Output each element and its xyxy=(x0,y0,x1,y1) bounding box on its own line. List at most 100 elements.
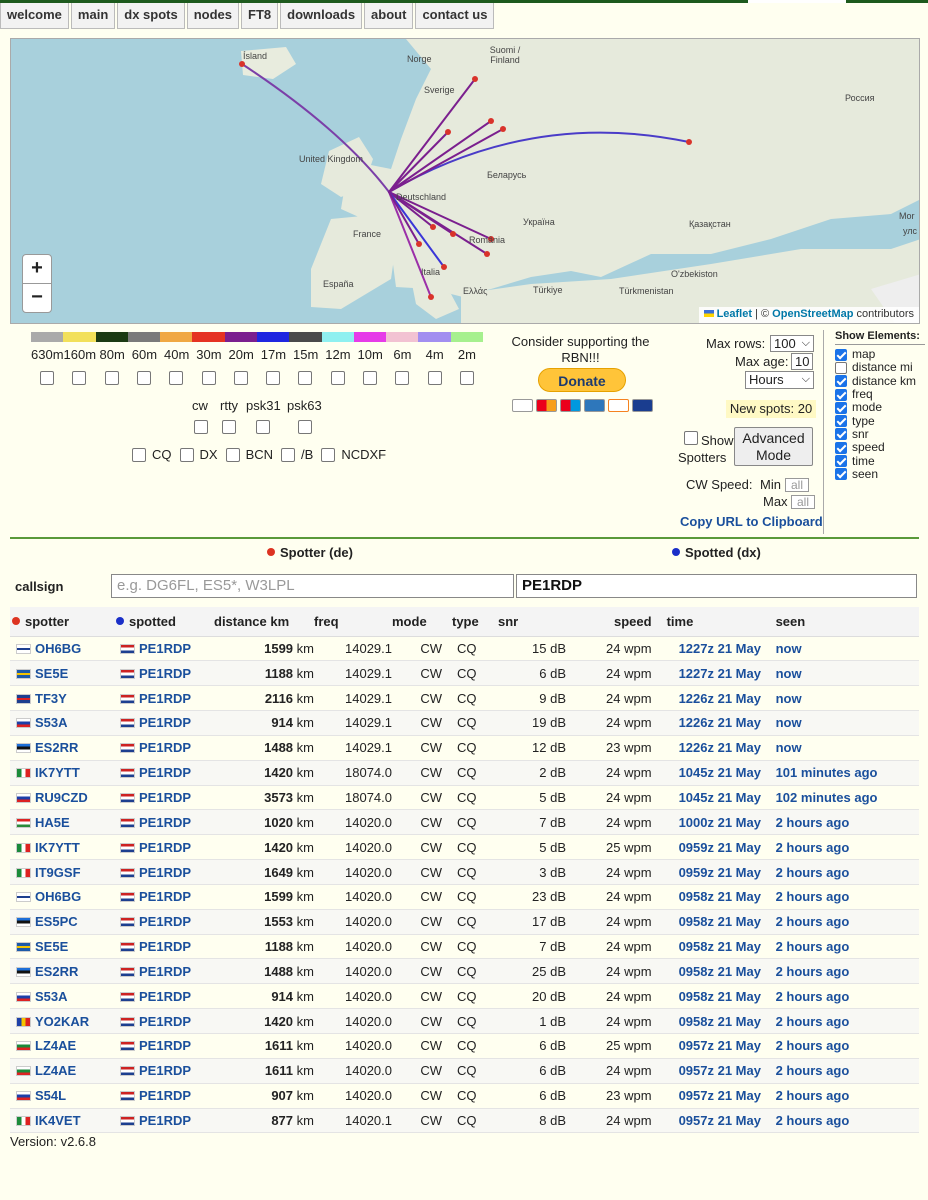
show-element-freq[interactable]: freq xyxy=(835,388,925,401)
col-speed[interactable]: speed xyxy=(566,607,652,637)
table-row[interactable]: IT9GSF PE1RDP 1649 km 14020.0 CW CQ 3 dB 24 wpm… xyxy=(10,859,919,885)
time-cell[interactable]: 0959z 21 May xyxy=(651,859,776,885)
spotted-callsign[interactable]: PE1RDP xyxy=(139,666,191,681)
cw-speed-min-input[interactable]: all xyxy=(785,478,809,492)
table-row[interactable]: S53A PE1RDP 914 km 14029.1 CW CQ 19 dB 24 wpm 12… xyxy=(10,710,919,736)
table-row[interactable]: S54L PE1RDP 907 km 14020.0 CW CQ 6 dB 23 wpm 095… xyxy=(10,1083,919,1109)
col-spotted[interactable]: spotted xyxy=(112,607,214,637)
col-snr[interactable]: snr xyxy=(488,607,566,637)
show-element-checkbox[interactable] xyxy=(835,455,847,468)
spotter-callsign[interactable]: SE5E xyxy=(35,939,68,954)
spotted-callsign[interactable]: PE1RDP xyxy=(139,1113,191,1128)
band-checkbox-2m[interactable] xyxy=(459,371,474,385)
band-checkbox-6m[interactable] xyxy=(395,371,410,385)
nav-tab-nodes[interactable]: nodes xyxy=(186,3,240,29)
table-row[interactable]: ES5PC PE1RDP 1553 km 14020.0 CW CQ 17 dB 24 wpm… xyxy=(10,909,919,935)
table-row[interactable]: YO2KAR PE1RDP 1420 km 14020.0 CW CQ 1 dB 24 wpm… xyxy=(10,1008,919,1034)
table-row[interactable]: SE5E PE1RDP 1188 km 14029.1 CW CQ 6 dB 24 wpm 12… xyxy=(10,660,919,687)
table-row[interactable]: OH6BG PE1RDP 1599 km 14029.1 CW CQ 15 dB 24 wpm… xyxy=(10,636,919,662)
spotter-callsign[interactable]: IK7YTT xyxy=(35,840,80,855)
spotted-callsign[interactable]: PE1RDP xyxy=(139,641,191,656)
show-element-distance-km[interactable]: distance km xyxy=(835,374,925,388)
table-row[interactable]: IK7YTT PE1RDP 1420 km 14020.0 CW CQ 5 dB 25 wpm… xyxy=(10,834,919,861)
osm-link[interactable]: OpenStreetMap xyxy=(772,308,853,320)
filter-checkbox[interactable] xyxy=(225,447,240,462)
mode-checkbox-psk31[interactable] xyxy=(256,420,270,434)
spotter-callsign[interactable]: ES2RR xyxy=(35,964,78,979)
time-cell[interactable]: 1226z 21 May xyxy=(651,685,776,712)
spotter-callsign-input[interactable]: e.g. DG6FL, ES5*, W3LPL xyxy=(111,574,514,598)
show-element-checkbox[interactable] xyxy=(835,348,847,361)
show-element-checkbox[interactable] xyxy=(835,441,847,454)
spotter-callsign[interactable]: S54L xyxy=(35,1088,66,1103)
band-checkbox-30m[interactable] xyxy=(201,371,216,385)
nav-tab-contact-us[interactable]: contact us xyxy=(415,3,495,29)
band-checkbox-80m[interactable] xyxy=(104,371,119,385)
leaflet-link[interactable]: Leaflet xyxy=(717,308,752,320)
nav-tab-main[interactable]: main xyxy=(70,3,116,29)
time-cell[interactable]: 0957z 21 May xyxy=(651,1083,776,1109)
col-seen[interactable]: seen xyxy=(775,607,919,637)
show-element-time[interactable]: time xyxy=(835,454,925,468)
map-canvas[interactable] xyxy=(11,39,920,324)
spotter-callsign[interactable]: OH6BG xyxy=(35,889,81,904)
band-checkbox-17m[interactable] xyxy=(266,371,281,385)
time-cell[interactable]: 0957z 21 May xyxy=(651,1058,776,1084)
mode-checkbox-cw[interactable] xyxy=(194,420,208,434)
nav-tab-about[interactable]: about xyxy=(364,3,414,29)
col-mode[interactable]: mode xyxy=(392,607,442,637)
band-checkbox-20m[interactable] xyxy=(233,371,248,385)
spotter-callsign[interactable]: S53A xyxy=(35,715,68,730)
table-row[interactable]: TF3Y PE1RDP 2116 km 14029.1 CW CQ 9 dB 24 wpm 12… xyxy=(10,685,919,712)
time-cell[interactable]: 0958z 21 May xyxy=(651,884,776,910)
zoom-in-button[interactable]: + xyxy=(22,254,52,284)
show-element-checkbox[interactable] xyxy=(835,375,847,388)
max-rows-select[interactable]: 100 ⌵ xyxy=(770,335,814,352)
nav-tab-downloads[interactable]: downloads xyxy=(280,3,363,29)
show-element-type[interactable]: type xyxy=(835,414,925,428)
table-row[interactable]: ES2RR PE1RDP 1488 km 14029.1 CW CQ 12 dB 23 wpm… xyxy=(10,735,919,761)
spotted-callsign[interactable]: PE1RDP xyxy=(139,865,191,880)
time-cell[interactable]: 1226z 21 May xyxy=(651,735,776,761)
spotter-callsign[interactable]: LZ4AE xyxy=(35,1063,76,1078)
time-cell[interactable]: 1227z 21 May xyxy=(651,660,776,687)
table-row[interactable]: OH6BG PE1RDP 1599 km 14020.0 CW CQ 23 dB 24 wpm… xyxy=(10,884,919,910)
show-element-distance-mi[interactable]: distance mi xyxy=(835,361,925,374)
filter-checkbox[interactable] xyxy=(281,447,296,462)
show-element-snr[interactable]: snr xyxy=(835,427,925,441)
show-element-checkbox[interactable] xyxy=(835,468,847,481)
zoom-out-button[interactable]: − xyxy=(22,283,52,313)
time-cell[interactable]: 1226z 21 May xyxy=(651,710,776,736)
time-cell[interactable]: 0958z 21 May xyxy=(651,934,776,960)
spotter-callsign[interactable]: S53A xyxy=(35,989,68,1004)
time-cell[interactable]: 1227z 21 May xyxy=(651,636,776,662)
band-checkbox-160m[interactable] xyxy=(72,371,87,385)
table-row[interactable]: IK4VET PE1RDP 877 km 14020.1 CW CQ 8 dB 24 wpm 0… xyxy=(10,1108,919,1134)
filter-checkbox[interactable] xyxy=(132,447,146,462)
table-row[interactable]: LZ4AE PE1RDP 1611 km 14020.0 CW CQ 6 dB 24 wpm 0… xyxy=(10,1058,919,1084)
time-cell[interactable]: 1000z 21 May xyxy=(651,809,776,836)
table-row[interactable]: ES2RR PE1RDP 1488 km 14020.0 CW CQ 25 dB 24 wpm… xyxy=(10,958,919,985)
spotted-callsign[interactable]: PE1RDP xyxy=(139,790,191,805)
copy-url-link[interactable]: Copy URL to Clipboard xyxy=(680,514,823,529)
spotter-callsign[interactable]: RU9CZD xyxy=(35,790,88,805)
spotter-callsign[interactable]: HA5E xyxy=(35,815,70,830)
spotter-callsign[interactable]: OH6BG xyxy=(35,641,81,656)
spotted-callsign[interactable]: PE1RDP xyxy=(139,989,191,1004)
nav-tab-dx-spots[interactable]: dx spots xyxy=(117,3,185,29)
spotter-callsign[interactable]: TF3Y xyxy=(35,691,67,706)
col-spotter[interactable]: spotter xyxy=(10,607,112,637)
time-cell[interactable]: 1045z 21 May xyxy=(651,785,776,811)
filter-checkbox[interactable] xyxy=(179,447,194,462)
col-distance[interactable]: distance km xyxy=(214,607,314,637)
band-checkbox-12m[interactable] xyxy=(330,371,345,385)
max-age-input[interactable]: 10 xyxy=(791,353,813,370)
time-cell[interactable]: 0958z 21 May xyxy=(651,983,776,1010)
spotted-callsign[interactable]: PE1RDP xyxy=(139,964,191,979)
table-row[interactable]: HA5E PE1RDP 1020 km 14020.0 CW CQ 7 dB 24 wpm 10… xyxy=(10,809,919,836)
show-element-checkbox[interactable] xyxy=(835,415,847,428)
show-element-map[interactable]: map xyxy=(835,348,925,361)
age-unit-select[interactable]: Hours ⌵ xyxy=(745,371,814,389)
cw-speed-max-input[interactable]: all xyxy=(791,495,815,509)
spotted-callsign[interactable]: PE1RDP xyxy=(139,914,191,929)
